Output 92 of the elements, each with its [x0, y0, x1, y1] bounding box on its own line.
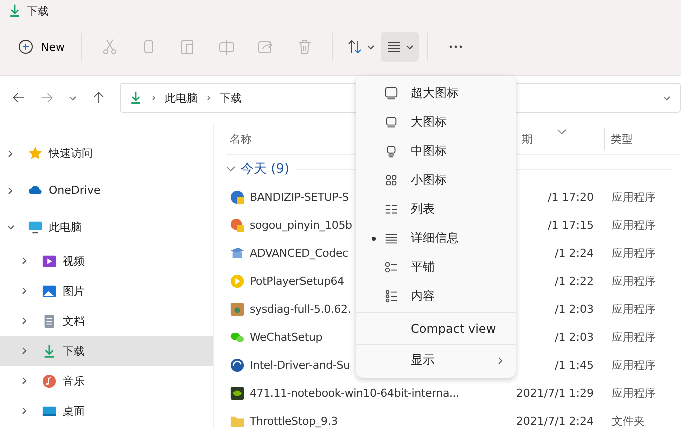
- file-name[interactable]: ThrottleStop_9.3: [250, 414, 338, 428]
- date-cell: 2021/7/1 1:29: [516, 386, 594, 400]
- forward-arrow-icon[interactable]: [40, 91, 54, 105]
- nav-row[interactable]: 快速访问: [0, 135, 213, 172]
- menu-item[interactable]: 超大图标: [356, 79, 516, 108]
- download-icon: [129, 91, 143, 105]
- chevron-icon[interactable]: [226, 164, 236, 174]
- view-button[interactable]: [380, 32, 418, 62]
- menu-item[interactable]: 大图标: [356, 108, 516, 137]
- file-name[interactable]: sogou_pinyin_105b: [250, 218, 352, 232]
- window-title: 下载: [27, 4, 49, 18]
- nav-row[interactable]: 桌面: [0, 396, 213, 426]
- file-name[interactable]: WeChatSetup: [250, 330, 323, 344]
- nav-row[interactable]: 音乐: [0, 366, 213, 396]
- file-name[interactable]: ADVANCED_Codec: [250, 246, 348, 260]
- type-cell: 应用程序: [612, 274, 656, 288]
- chevron-right-icon: [150, 94, 158, 102]
- menu-item[interactable]: 中图标: [356, 137, 516, 166]
- nav-label[interactable]: 音乐: [63, 374, 85, 388]
- nav-label[interactable]: 此电脑: [49, 220, 82, 235]
- caret-icon: [366, 43, 374, 51]
- nav-row[interactable]: 下载: [0, 336, 213, 366]
- date-cell: 2021/7/1 2:24: [516, 414, 594, 428]
- file-name[interactable]: PotPlayerSetup64: [250, 274, 344, 288]
- file-name[interactable]: 471.11-notebook-win10-64bit-interna...: [250, 386, 460, 400]
- document-icon: [42, 314, 57, 328]
- caret-icon: [406, 43, 414, 51]
- date-cell: /1 17:20: [548, 190, 594, 204]
- nav-row[interactable]: 图片: [0, 276, 213, 306]
- type-cell: 应用程序: [612, 330, 656, 344]
- menu-item[interactable]: 显示: [356, 346, 516, 375]
- menu-item[interactable]: 小图标: [356, 166, 516, 195]
- type-cell: 应用程序: [612, 358, 656, 372]
- date-cell: /1 2:24: [555, 246, 594, 260]
- new-button[interactable]: New: [10, 34, 73, 60]
- chevron-icon[interactable]: [6, 222, 16, 232]
- type-cell: 应用程序: [612, 302, 656, 316]
- music-icon: [42, 374, 57, 388]
- menu-item[interactable]: Compact view: [356, 314, 516, 343]
- nav-row[interactable]: 文档: [0, 306, 213, 336]
- sort-icon: [346, 39, 362, 55]
- monitor-icon: [384, 115, 399, 130]
- nav-row[interactable]: OneDrive: [0, 172, 213, 209]
- date-cell: /1 17:15: [548, 218, 594, 232]
- chevron-right-icon: [205, 94, 213, 102]
- nav-label[interactable]: 视频: [63, 254, 85, 268]
- nav-row[interactable]: 视频: [0, 246, 213, 276]
- picture-icon: [42, 284, 57, 298]
- plus-circle-icon: [18, 39, 34, 55]
- tiles-icon: [384, 260, 399, 275]
- download-icon: [42, 344, 57, 358]
- monitor-icon: [384, 86, 399, 101]
- file-name[interactable]: BANDIZIP-SETUP-S: [250, 190, 350, 204]
- group-header[interactable]: 今天 (9): [241, 160, 290, 178]
- nav-label[interactable]: 下载: [63, 344, 85, 358]
- play-icon: [230, 274, 245, 288]
- type-cell: 应用程序: [612, 218, 656, 232]
- type-cell: 文件夹: [612, 414, 645, 428]
- menu-item[interactable]: 平铺: [356, 253, 516, 282]
- chevron-right-icon: [496, 356, 504, 364]
- type-cell: 应用程序: [612, 386, 656, 400]
- breadcrumb[interactable]: 此电脑: [165, 90, 198, 106]
- file-name[interactable]: sysdiag-full-5.0.62.: [250, 302, 352, 316]
- up-arrow-icon[interactable]: [92, 91, 106, 105]
- nav-label[interactable]: OneDrive: [49, 184, 101, 197]
- date-cell: /1 2:03: [555, 330, 594, 344]
- download-icon: [8, 4, 22, 18]
- breadcrumb[interactable]: 下载: [220, 90, 242, 106]
- star-icon: [28, 146, 43, 161]
- back-arrow-icon[interactable]: [12, 91, 26, 105]
- nav-row[interactable]: 此电脑: [0, 209, 213, 246]
- date-cell: /1 1:45: [555, 358, 594, 372]
- monitor-icon: [28, 220, 43, 235]
- menu-item[interactable]: 内容: [356, 282, 516, 311]
- nav-label[interactable]: 快速访问: [49, 146, 93, 161]
- column-header[interactable]: 类型: [611, 132, 633, 146]
- file-name[interactable]: Intel-Driver-and-Su: [250, 358, 350, 372]
- content-icon: [384, 289, 399, 304]
- sort-caret-icon: [557, 129, 567, 135]
- type-cell: 应用程序: [612, 190, 656, 204]
- grid-icon: [384, 173, 399, 188]
- menu-item[interactable]: 列表: [356, 195, 516, 224]
- date-cell: /1 2:22: [555, 274, 594, 288]
- column-header[interactable]: 期: [522, 132, 533, 146]
- type-cell: 应用程序: [612, 246, 656, 260]
- video-icon: [42, 254, 57, 268]
- nav-label[interactable]: 桌面: [63, 404, 85, 418]
- menu-item[interactable]: 详细信息: [356, 224, 516, 253]
- nav-label[interactable]: 文档: [63, 314, 85, 328]
- eye-logo-icon: [230, 386, 245, 400]
- date-cell: /1 2:03: [555, 302, 594, 316]
- nav-label[interactable]: 图片: [63, 284, 85, 298]
